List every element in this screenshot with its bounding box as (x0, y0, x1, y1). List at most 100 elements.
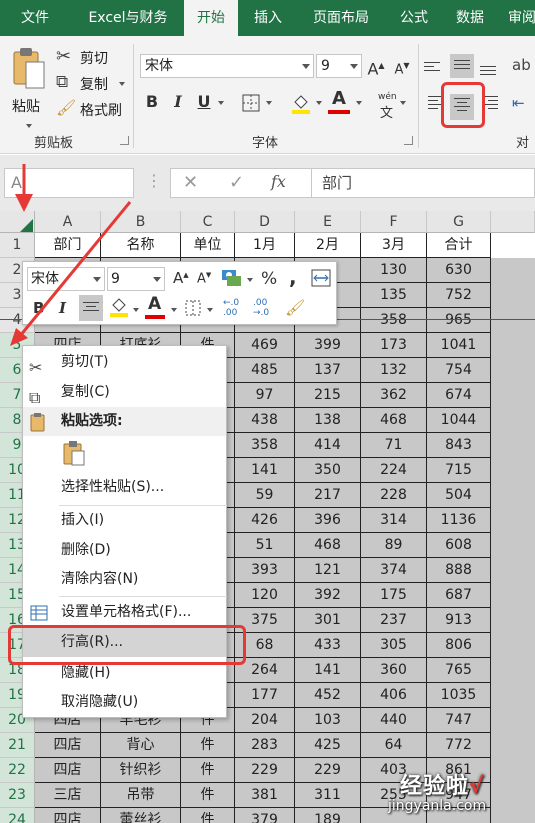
column-header-overflow[interactable] (491, 211, 535, 233)
empty-cell[interactable] (491, 658, 535, 683)
mini-borders-icon[interactable] (185, 300, 201, 316)
cell[interactable]: 138 (295, 408, 361, 433)
enter-icon[interactable]: ✓ (229, 172, 244, 193)
cell[interactable]: 747 (427, 708, 491, 733)
cut-button[interactable]: ✂ 剪切 (56, 46, 126, 70)
empty-cell[interactable] (491, 383, 535, 408)
empty-cell[interactable] (491, 308, 535, 333)
menu-item-clear-contents[interactable]: 清除内容(N) (23, 565, 226, 594)
cell[interactable]: 1136 (427, 508, 491, 533)
font-color-icon[interactable]: A (328, 88, 350, 116)
tab-review[interactable]: 审阅 (502, 0, 535, 36)
borders-dropdown-icon[interactable] (266, 101, 272, 105)
fill-color-icon[interactable] (290, 92, 312, 114)
empty-cell[interactable] (491, 233, 535, 258)
cell[interactable]: 229 (235, 758, 295, 783)
cell[interactable]: 件 (181, 783, 235, 808)
empty-cell[interactable] (491, 508, 535, 533)
format-painter-button[interactable]: 🖌 格式刷 (56, 98, 128, 122)
empty-cell[interactable] (491, 708, 535, 733)
cell[interactable]: 452 (295, 683, 361, 708)
cell[interactable]: 913 (427, 608, 491, 633)
formula-input[interactable]: 部门 (311, 169, 531, 197)
cell[interactable]: 135 (361, 283, 427, 308)
cell[interactable]: 305 (361, 633, 427, 658)
cell[interactable]: 四店 (35, 808, 101, 823)
cell[interactable]: 396 (295, 508, 361, 533)
cell[interactable]: 350 (295, 458, 361, 483)
align-bottom-icon[interactable] (480, 66, 496, 78)
italic-button[interactable]: I (170, 90, 186, 114)
cell[interactable]: 283 (235, 733, 295, 758)
cell[interactable]: 204 (235, 708, 295, 733)
borders-icon[interactable] (242, 94, 260, 112)
mini-comma-button[interactable]: , (289, 265, 297, 289)
cell[interactable]: 130 (361, 258, 427, 283)
cell[interactable]: 103 (295, 708, 361, 733)
cell[interactable]: 71 (361, 433, 427, 458)
cell[interactable]: 件 (181, 758, 235, 783)
column-header-e[interactable]: E (295, 211, 361, 233)
cell[interactable]: 752 (427, 283, 491, 308)
menu-item-insert[interactable]: 插入(I) (23, 506, 226, 535)
fill-color-dropdown-icon[interactable] (316, 101, 322, 105)
row-header[interactable]: 22 (0, 758, 35, 783)
cell[interactable]: 469 (235, 333, 295, 358)
row-header[interactable]: 23 (0, 783, 35, 808)
cell[interactable]: 379 (235, 808, 295, 823)
phonetic-guide-icon[interactable]: wén (378, 92, 397, 102)
cell[interactable]: 438 (235, 408, 295, 433)
cell[interactable]: 132 (361, 358, 427, 383)
column-header-f[interactable]: F (361, 211, 427, 233)
menu-item-copy[interactable]: ⧉ 复制(C) (23, 378, 226, 407)
cell[interactable]: 468 (295, 533, 361, 558)
mini-increase-font-icon[interactable]: A▲ (173, 269, 189, 287)
tab-insert[interactable]: 插入 (242, 0, 294, 36)
align-middle-button[interactable] (450, 54, 474, 78)
cell[interactable]: 314 (361, 508, 427, 533)
cell[interactable]: 1035 (427, 683, 491, 708)
tab-excel-finance[interactable]: Excel与财务 (76, 0, 180, 36)
clipboard-launcher-icon[interactable] (120, 136, 129, 145)
cell[interactable]: 137 (295, 358, 361, 383)
cell[interactable]: 888 (427, 558, 491, 583)
cell[interactable]: 四店 (35, 733, 101, 758)
underline-dropdown-icon[interactable] (218, 101, 224, 105)
font-size-select[interactable]: 9 (316, 54, 362, 78)
mini-accounting-format-icon[interactable] (221, 268, 243, 288)
cell[interactable]: 141 (235, 458, 295, 483)
cell[interactable]: 399 (295, 333, 361, 358)
cell[interactable]: 440 (361, 708, 427, 733)
cell[interactable]: 3月 (361, 233, 427, 258)
cell[interactable]: 360 (361, 658, 427, 683)
empty-cell[interactable] (491, 683, 535, 708)
cell[interactable]: 393 (235, 558, 295, 583)
cell[interactable]: 蕾丝衫 (101, 808, 181, 823)
cell[interactable]: 358 (235, 433, 295, 458)
column-header-c[interactable]: C (181, 211, 235, 233)
cell[interactable]: 504 (427, 483, 491, 508)
cell[interactable]: 三店 (35, 783, 101, 808)
insert-function-icon[interactable]: fx (271, 172, 286, 191)
font-name-select[interactable]: 宋体 (140, 54, 314, 78)
font-color-dropdown-icon[interactable] (356, 101, 362, 105)
mini-font-color-dropdown-icon[interactable] (171, 308, 177, 312)
cell[interactable]: 630 (427, 258, 491, 283)
cell[interactable]: 224 (361, 458, 427, 483)
tab-formulas[interactable]: 公式 (388, 0, 440, 36)
cell[interactable]: 311 (295, 783, 361, 808)
empty-cell[interactable] (491, 483, 535, 508)
cell[interactable]: 四店 (35, 758, 101, 783)
cell[interactable]: 772 (427, 733, 491, 758)
cell[interactable]: 121 (295, 558, 361, 583)
cell[interactable]: 715 (427, 458, 491, 483)
column-header-d[interactable]: D (235, 211, 295, 233)
cell[interactable]: 358 (361, 308, 427, 333)
cell[interactable]: 针织衫 (101, 758, 181, 783)
cell[interactable]: 381 (235, 783, 295, 808)
empty-cell[interactable] (491, 333, 535, 358)
cell[interactable]: 单位 (181, 233, 235, 258)
menu-item-delete[interactable]: 删除(D) (23, 536, 226, 565)
row-header[interactable]: 24 (0, 808, 35, 823)
column-header-g[interactable]: G (427, 211, 491, 233)
